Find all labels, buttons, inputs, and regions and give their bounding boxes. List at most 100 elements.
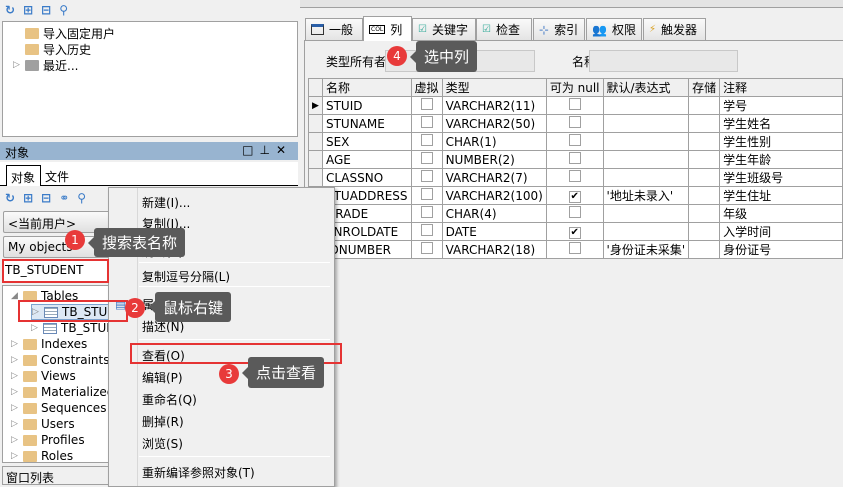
cell-type[interactable]: VARCHAR2(7) <box>441 168 547 187</box>
cell-comment[interactable]: 学生年龄 <box>719 150 843 169</box>
cell-nullable[interactable] <box>545 150 604 169</box>
cell-storage[interactable] <box>688 222 721 241</box>
virtual-checkbox[interactable] <box>420 242 433 254</box>
virtual-checkbox[interactable] <box>420 224 433 236</box>
cell-storage[interactable] <box>688 114 721 133</box>
cell-comment[interactable]: 学生住址 <box>719 186 843 205</box>
table-row[interactable]: IDNUMBER VARCHAR2(18) '身份证未采集' 身份证号 <box>308 240 843 259</box>
nullable-checkbox[interactable] <box>568 152 581 164</box>
cell-name[interactable]: STUID <box>321 96 412 115</box>
tab-files[interactable]: 文件 <box>45 168 69 185</box>
table-row[interactable]: SEX CHAR(1) 学生性别 <box>308 132 843 151</box>
cell-type[interactable]: VARCHAR2(18) <box>441 240 547 259</box>
cell-virtual[interactable] <box>410 114 443 133</box>
tab-columns[interactable]: COL 列 <box>363 16 412 41</box>
menu-item-browse[interactable]: 浏览(S) <box>142 435 183 452</box>
col-header-storage[interactable]: 存储 <box>688 78 721 97</box>
expand-arrow-icon[interactable]: ▷ <box>11 339 19 349</box>
cell-name[interactable]: STUADDRESS <box>321 186 412 205</box>
cell-default[interactable] <box>602 168 690 187</box>
find-icon[interactable]: ⚭ <box>59 191 69 205</box>
table-row[interactable]: ENROLDATE DATE ✔ 入学时间 <box>308 222 843 241</box>
tab-keys[interactable]: ☑ 关键字 <box>412 18 476 40</box>
cell-nullable[interactable] <box>545 114 604 133</box>
pin-icon[interactable]: ⊥ <box>259 143 275 157</box>
menu-item-recompile[interactable]: 重新编译参照对象(T) <box>142 464 255 481</box>
cell-type[interactable]: VARCHAR2(50) <box>441 114 547 133</box>
cell-type[interactable]: VARCHAR2(11) <box>441 96 547 115</box>
virtual-checkbox[interactable] <box>420 116 433 128</box>
cell-storage[interactable] <box>688 240 721 259</box>
expand-arrow-icon[interactable]: ▷ <box>11 435 19 445</box>
cell-comment[interactable]: 学生姓名 <box>719 114 843 133</box>
nullable-checkbox[interactable] <box>568 134 581 146</box>
cell-comment[interactable]: 学号 <box>719 96 843 115</box>
tree-item-folder[interactable]: ▷ Materialized <box>11 384 109 400</box>
cell-virtual[interactable] <box>410 132 443 151</box>
filter-icon[interactable]: ⚲ <box>77 191 86 205</box>
cell-default[interactable] <box>602 96 690 115</box>
tree-item-table[interactable]: ▷TB_STUD <box>31 320 109 336</box>
cell-type[interactable]: DATE <box>441 222 547 241</box>
cell-virtual[interactable] <box>410 168 443 187</box>
cell-virtual[interactable] <box>410 150 443 169</box>
table-row[interactable]: STUADDRESS VARCHAR2(100) ✔ '地址未录入' 学生住址 <box>308 186 843 205</box>
cell-type[interactable]: CHAR(1) <box>441 132 547 151</box>
cell-default[interactable] <box>602 114 690 133</box>
cell-comment[interactable]: 身份证号 <box>719 240 843 259</box>
cell-comment[interactable]: 年级 <box>719 204 843 223</box>
cell-default[interactable] <box>602 222 690 241</box>
cell-nullable[interactable] <box>545 132 604 151</box>
expand-icon[interactable]: ⊞ <box>23 3 33 17</box>
tree-item-folder[interactable]: ▷ Sequences <box>11 400 106 416</box>
nullable-checkbox[interactable]: ✔ <box>568 227 581 239</box>
window-list-tab[interactable]: 窗口列表 <box>2 466 110 485</box>
tab-general[interactable]: 一般 <box>305 18 363 40</box>
tab-indexes[interactable]: ⊹ 索引 <box>533 18 585 40</box>
virtual-checkbox[interactable] <box>420 152 433 164</box>
cell-virtual[interactable] <box>410 186 443 205</box>
expand-arrow-icon[interactable]: ▷ <box>11 371 19 381</box>
maximize-icon[interactable]: □ <box>242 143 259 157</box>
table-row[interactable]: AGE NUMBER(2) 学生年龄 <box>308 150 843 169</box>
nullable-checkbox[interactable] <box>568 116 581 128</box>
cell-type[interactable]: NUMBER(2) <box>441 150 547 169</box>
name-field[interactable] <box>589 50 738 72</box>
refresh-icon[interactable]: ↻ <box>5 191 15 205</box>
cell-type[interactable]: VARCHAR2(100) <box>441 186 547 205</box>
expand-arrow-icon[interactable]: ▷ <box>11 355 19 365</box>
cell-nullable[interactable] <box>545 240 604 259</box>
col-header-name[interactable]: 名称 <box>321 78 412 97</box>
tree-item-folder[interactable]: ▷ Users <box>11 416 75 432</box>
cell-virtual[interactable] <box>410 96 443 115</box>
cell-nullable[interactable] <box>545 204 604 223</box>
tree-item-folder[interactable]: ▷ Constraints <box>11 352 109 368</box>
expand-arrow-icon[interactable]: ▷ <box>11 419 19 429</box>
menu-item-drop[interactable]: 删掉(R) <box>142 413 184 430</box>
cell-name[interactable]: IDNUMBER <box>321 240 412 259</box>
expand-arrow-icon[interactable]: ▷ <box>11 387 19 397</box>
expand-icon[interactable]: ⊞ <box>23 191 33 205</box>
collapse-icon[interactable]: ⊟ <box>41 191 51 205</box>
tab-triggers[interactable]: ⚡ 触发器 <box>643 18 706 40</box>
cell-nullable[interactable] <box>545 168 604 187</box>
cell-default[interactable] <box>602 150 690 169</box>
menu-item-new[interactable]: 新建(I)... <box>142 194 190 211</box>
cell-storage[interactable] <box>688 204 721 223</box>
table-row[interactable]: CLASSNO VARCHAR2(7) 学生班级号 <box>308 168 843 187</box>
cell-default[interactable]: '地址未录入' <box>602 186 690 205</box>
nullable-checkbox[interactable] <box>568 242 581 254</box>
tree-item-folder[interactable]: ▷ Roles <box>11 448 73 462</box>
row-selector[interactable] <box>308 168 323 187</box>
tab-privileges[interactable]: 👥 权限 <box>586 18 642 40</box>
tree-item[interactable]: ▷ 最近... <box>13 57 78 73</box>
cell-virtual[interactable] <box>410 222 443 241</box>
virtual-checkbox[interactable] <box>420 188 433 200</box>
nullable-checkbox[interactable] <box>568 98 581 110</box>
col-header-comment[interactable]: 注释 <box>719 78 843 97</box>
nullable-checkbox[interactable] <box>568 206 581 218</box>
cell-default[interactable] <box>602 132 690 151</box>
cell-virtual[interactable] <box>410 240 443 259</box>
cell-default[interactable]: '身份证未采集' <box>602 240 690 259</box>
cell-name[interactable]: AGE <box>321 150 412 169</box>
